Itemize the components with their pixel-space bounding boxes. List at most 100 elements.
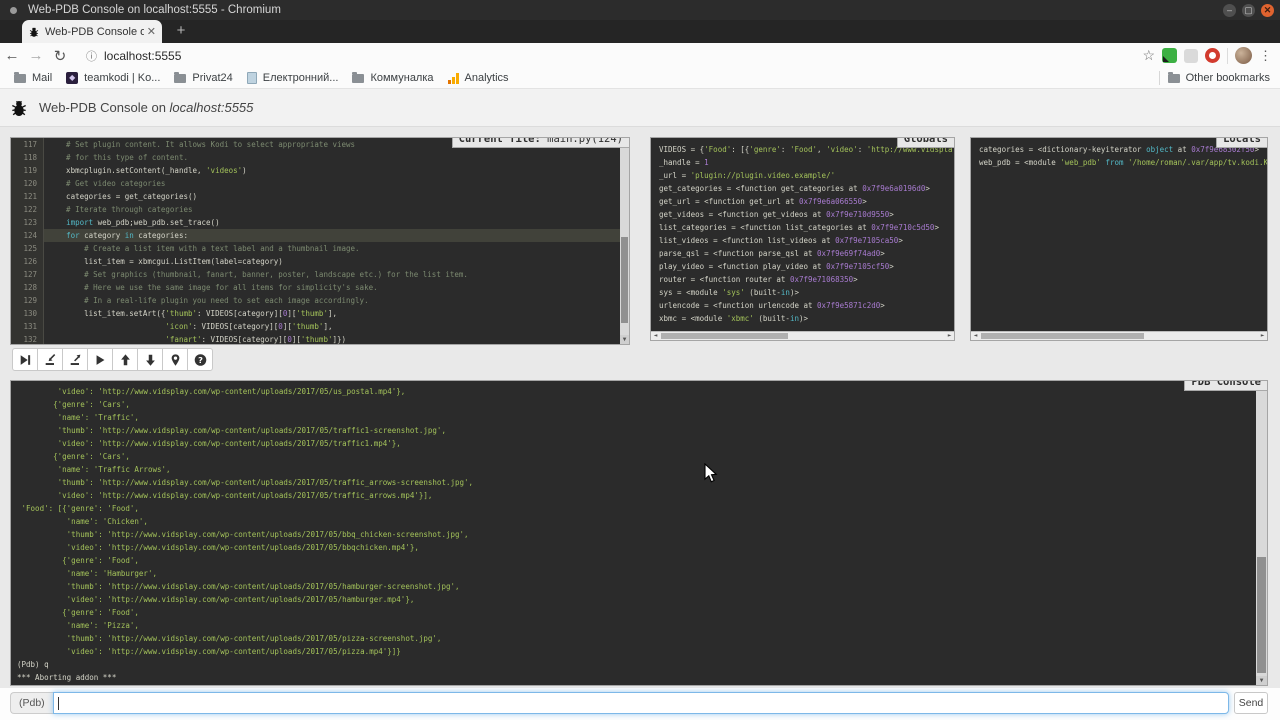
console-line: 'name': 'Traffic Arrows', [17,463,1267,476]
step-button[interactable] [37,348,63,371]
send-button[interactable]: Send [1234,692,1268,714]
tab-close-icon[interactable]: ✕ [147,25,156,38]
console-line: 'thumb': 'http://www.vidsplay.com/wp-con… [17,580,1267,593]
globals-hscrollbar[interactable]: ◄ ► [651,331,954,340]
console-line: 'name': 'Pizza', [17,619,1267,632]
code-panel-scrollbar[interactable]: ▼ [620,138,629,344]
browser-tab[interactable]: Web-PDB Console on loca ✕ [22,20,162,43]
window-minimize-button[interactable]: – [1223,4,1236,17]
help-icon: ? [193,353,208,367]
folder-icon [174,74,186,83]
console-scrollbar[interactable]: ▲ ▼ [1256,381,1267,685]
other-bookmarks-button[interactable]: Other bookmarks [1168,72,1270,84]
window-close-button[interactable]: ✕ [1261,4,1274,17]
browser-menu-icon[interactable]: ⋮ [1259,48,1272,64]
bookmark-label: Коммуналка [370,72,433,84]
where-button[interactable] [162,348,188,371]
scroll-left-arrow-icon[interactable]: ◄ [971,332,980,340]
console-line: 'video': 'http://www.vidsplay.com/wp-con… [17,437,1267,450]
scroll-down-arrow-icon[interactable]: ▼ [1256,676,1267,685]
analytics-favicon-icon [448,73,459,84]
bookmark-item[interactable]: Analytics [448,72,509,84]
browser-tabbar: Web-PDB Console on loca ✕ + [0,20,1280,43]
bookmark-item[interactable]: Електронний... [247,72,339,84]
bookmark-item[interactable]: Privat24 [174,72,232,84]
kodi-favicon-icon: ◆ [66,72,78,84]
globals-line: list_categories = <function list_categor… [659,221,954,234]
bookmark-item[interactable]: Коммуналка [352,72,433,84]
bookmark-item[interactable]: Mail [14,72,52,84]
scroll-down-arrow-icon[interactable]: ▼ [620,335,629,344]
bookmark-label: Електронний... [263,72,339,84]
console-line: {'genre': 'Food', [17,554,1267,567]
window-maximize-button[interactable]: ▢ [1242,4,1255,17]
up-icon [118,353,133,367]
console-line: 'video': 'http://www.vidsplay.com/wp-con… [17,385,1267,398]
scroll-right-arrow-icon[interactable]: ► [945,332,954,340]
page-info-icon[interactable]: ⓘ [86,48,97,64]
web-pdb-bug-icon [9,98,29,118]
bookmark-star-icon[interactable]: ☆ [1142,47,1155,64]
window-title: Web-PDB Console on localhost:5555 - Chro… [28,4,281,16]
return-icon [68,353,83,367]
line-number: 126 [11,255,44,268]
globals-line: xbmc = <module 'xbmc' (built-in)> [659,312,954,325]
globals-line: _handle = 1 [659,156,954,169]
forward-icon[interactable]: → [24,47,48,64]
code-line-current: 124 for category in categories: [11,229,629,242]
pdb-prompt-label: (Pdb) [10,692,53,714]
extension-gray-icon[interactable] [1184,49,1198,63]
line-number: 120 [11,177,44,190]
line-number: 130 [11,307,44,320]
scroll-left-arrow-icon[interactable]: ◄ [651,332,660,340]
where-icon [168,353,183,367]
globals-line: play_video = <function play_video at 0x7… [659,260,954,273]
console-line: 'Food': [{'genre': 'Food', [17,502,1267,515]
code-line: 118 # for this type of content. [11,151,629,164]
back-icon[interactable]: ← [0,47,24,64]
down-button[interactable] [137,348,163,371]
bookmarks-divider [1159,71,1160,85]
scroll-right-arrow-icon[interactable]: ► [1258,332,1267,340]
extension-green-icon[interactable] [1162,48,1177,63]
code-line: 129 # In a real-life plugin you need to … [11,294,629,307]
reload-icon[interactable]: ↻ [48,47,72,65]
bookmark-label: Mail [32,72,52,84]
code-line: 131 'icon': VIDEOS[category][0]['thumb']… [11,320,629,333]
line-number: 129 [11,294,44,307]
other-bookmarks-label: Other bookmarks [1186,72,1270,84]
extension-adblock-icon[interactable] [1205,48,1220,63]
page-header: Web-PDB Console on localhost:5555 [0,89,1280,127]
continue-button[interactable] [87,348,113,371]
globals-line: _url = 'plugin://plugin.video.example/' [659,169,954,182]
locals-hscrollbar[interactable]: ◄ ► [971,331,1267,340]
page-title: Web-PDB Console on localhost:5555 [39,100,253,115]
code-line: 127 # Set graphics (thumbnail, fanart, b… [11,268,629,281]
line-number: 122 [11,203,44,216]
console-line: {'genre': 'Food', [17,606,1267,619]
command-input[interactable] [53,692,1229,714]
svg-text:?: ? [198,354,203,364]
globals-line: list_videos = <function list_videos at 0… [659,234,954,247]
globals-line: get_url = <function get_url at 0x7f9e6a0… [659,195,954,208]
step-icon [43,353,58,367]
line-number: 121 [11,190,44,203]
console-line: 'thumb': 'http://www.vidsplay.com/wp-con… [17,424,1267,437]
code-line: 125 # Create a list item with a text lab… [11,242,629,255]
next-button[interactable] [12,348,38,371]
locals-panel: Locals categories = <dictionary-keyitera… [970,137,1268,341]
console-line: 'video': 'http://www.vidsplay.com/wp-con… [17,593,1267,606]
locals-line: web_pdb = <module 'web_pdb' from '/home/… [979,156,1267,169]
new-tab-button[interactable]: + [170,23,192,40]
up-button[interactable] [112,348,138,371]
bookmark-item[interactable]: ◆teamkodi | Ko... [66,72,160,84]
help-button[interactable]: ? [187,348,213,371]
console-line: 'name': 'Traffic', [17,411,1267,424]
console-line: 'thumb': 'http://www.vidsplay.com/wp-con… [17,528,1267,541]
return-button[interactable] [62,348,88,371]
bookmarks-bar: Mail ◆teamkodi | Ko... Privat24 Електронний… [0,68,1280,89]
page-title-host: localhost:5555 [170,100,254,115]
profile-avatar[interactable] [1235,47,1252,64]
address-bar[interactable]: localhost:5555 [104,49,181,63]
down-icon [143,353,158,367]
